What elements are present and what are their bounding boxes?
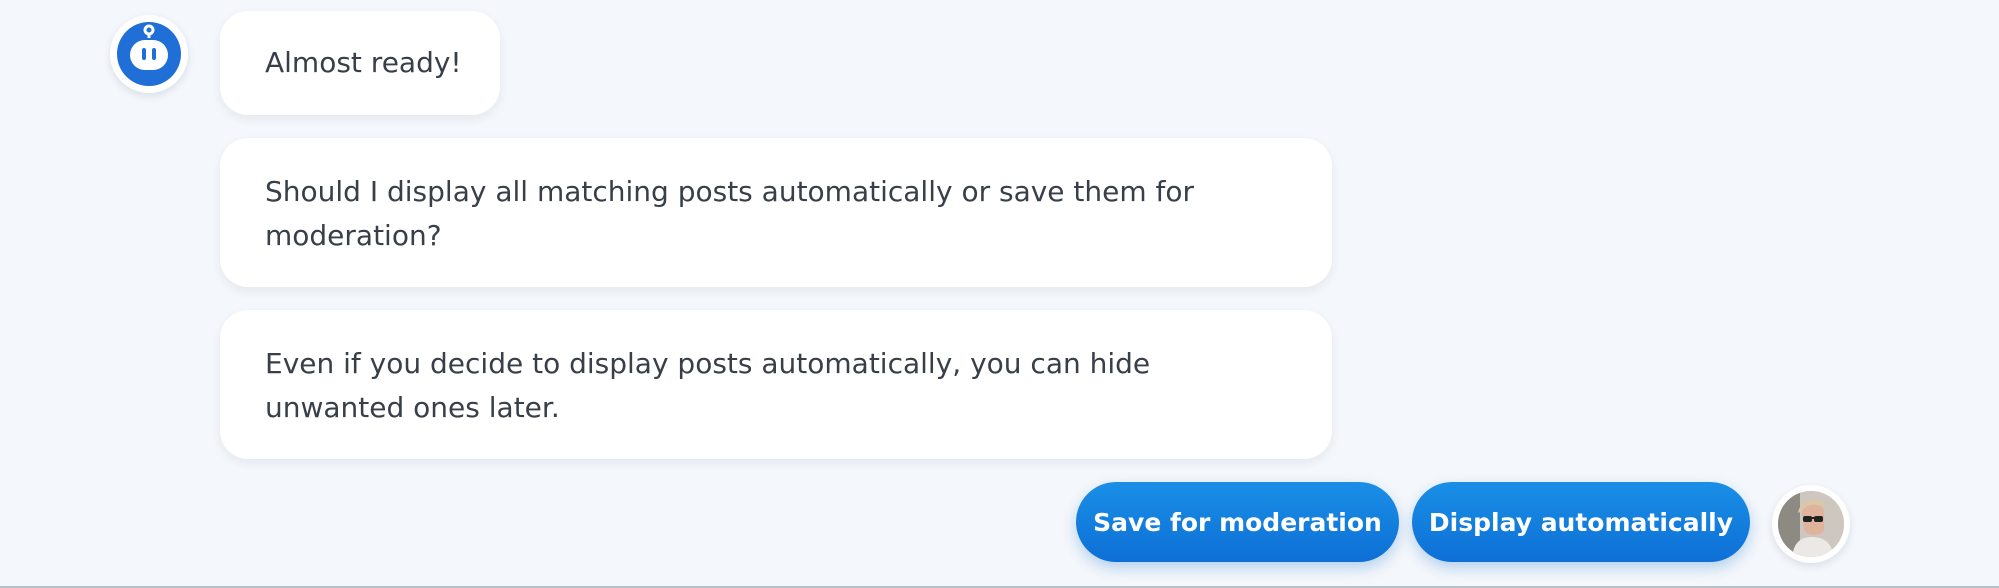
message-text: Even if you decide to display posts auto… — [265, 347, 1151, 424]
button-label: Save for moderation — [1093, 507, 1382, 537]
message-bubble: Even if you decide to display posts auto… — [220, 310, 1332, 459]
save-for-moderation-button[interactable]: Save for moderation — [1076, 482, 1399, 562]
user-avatar — [1772, 485, 1850, 563]
chat-window: Almost ready! Should I display all match… — [0, 0, 1999, 588]
button-label: Display automatically — [1428, 507, 1734, 537]
message-bubble: Should I display all matching posts auto… — [220, 138, 1332, 287]
robot-face-icon — [117, 22, 181, 86]
bot-avatar — [110, 15, 188, 93]
user-photo-avatar — [1778, 491, 1844, 557]
message-bubble: Almost ready! — [220, 11, 500, 115]
message-text: Almost ready! — [265, 46, 462, 79]
display-automatically-button[interactable]: Display automatically — [1412, 482, 1750, 562]
message-text: Should I display all matching posts auto… — [265, 175, 1195, 252]
